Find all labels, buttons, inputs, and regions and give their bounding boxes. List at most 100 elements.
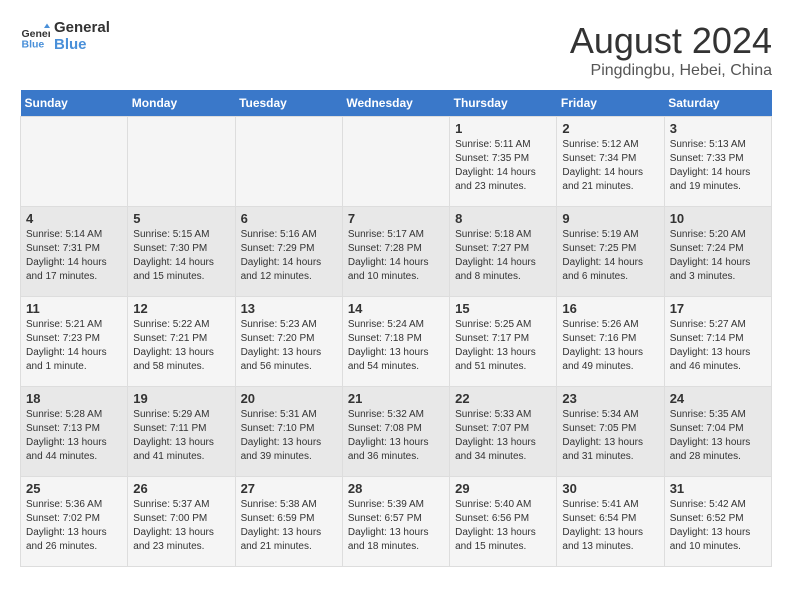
day-cell-12: 12 Sunrise: 5:22 AM Sunset: 7:21 PM Dayli… [128, 297, 235, 387]
day-number: 27 [241, 481, 337, 496]
day-cell-23: 23 Sunrise: 5:34 AM Sunset: 7:05 PM Dayli… [557, 387, 664, 477]
day-detail: Sunrise: 5:25 AM Sunset: 7:17 PM Dayligh… [455, 318, 551, 374]
day-number: 26 [133, 481, 229, 496]
day-number: 6 [241, 211, 337, 226]
day-number: 20 [241, 391, 337, 406]
day-cell-28: 28 Sunrise: 5:39 AM Sunset: 6:57 PM Dayli… [342, 477, 449, 567]
day-number: 28 [348, 481, 444, 496]
weekday-header-saturday: Saturday [664, 90, 771, 117]
day-cell-22: 22 Sunrise: 5:33 AM Sunset: 7:07 PM Dayli… [450, 387, 557, 477]
week-row-1: 1 Sunrise: 5:11 AM Sunset: 7:35 PM Daylig… [21, 117, 772, 207]
day-cell-1: 1 Sunrise: 5:11 AM Sunset: 7:35 PM Daylig… [450, 117, 557, 207]
day-detail: Sunrise: 5:31 AM Sunset: 7:10 PM Dayligh… [241, 408, 337, 464]
logo-text-general: General [54, 20, 110, 37]
day-number: 12 [133, 301, 229, 316]
day-cell-20: 20 Sunrise: 5:31 AM Sunset: 7:10 PM Dayli… [235, 387, 342, 477]
day-detail: Sunrise: 5:11 AM Sunset: 7:35 PM Dayligh… [455, 138, 551, 194]
day-number: 5 [133, 211, 229, 226]
day-detail: Sunrise: 5:32 AM Sunset: 7:08 PM Dayligh… [348, 408, 444, 464]
weekday-header-wednesday: Wednesday [342, 90, 449, 117]
day-number: 10 [670, 211, 766, 226]
day-number: 16 [562, 301, 658, 316]
day-cell-8: 8Sunrise: 5:18 AM Sunset: 7:27 PM Daylig… [450, 207, 557, 297]
day-cell-6: 6 Sunrise: 5:16 AM Sunset: 7:29 PM Daylig… [235, 207, 342, 297]
page-header: General Blue General Blue August 2024 Pi… [20, 20, 772, 80]
day-cell-27: 27 Sunrise: 5:38 AM Sunset: 6:59 PM Dayli… [235, 477, 342, 567]
day-cell-24: 24 Sunrise: 5:35 AM Sunset: 7:04 PM Dayli… [664, 387, 771, 477]
day-number: 8 [455, 211, 551, 226]
day-number: 2 [562, 121, 658, 136]
day-cell-15: 15 Sunrise: 5:25 AM Sunset: 7:17 PM Dayli… [450, 297, 557, 387]
day-cell-17: 17Sunrise: 5:27 AM Sunset: 7:14 PM Dayli… [664, 297, 771, 387]
day-detail: Sunrise: 5:40 AM Sunset: 6:56 PM Dayligh… [455, 498, 551, 554]
day-number: 9 [562, 211, 658, 226]
day-detail: Sunrise: 5:41 AM Sunset: 6:54 PM Dayligh… [562, 498, 658, 554]
day-cell-14: 14 Sunrise: 5:24 AM Sunset: 7:18 PM Dayli… [342, 297, 449, 387]
day-number: 30 [562, 481, 658, 496]
day-cell-10: 10 Sunrise: 5:20 AM Sunset: 7:24 PM Dayli… [664, 207, 771, 297]
day-number: 3 [670, 121, 766, 136]
page-subtitle: Pingdingbu, Hebei, China [570, 62, 772, 80]
weekday-header-friday: Friday [557, 90, 664, 117]
day-cell-26: 26 Sunrise: 5:37 AM Sunset: 7:00 PM Dayli… [128, 477, 235, 567]
day-detail: Sunrise: 5:12 AM Sunset: 7:34 PM Dayligh… [562, 138, 658, 194]
calendar-table: SundayMondayTuesdayWednesdayThursdayFrid… [20, 90, 772, 567]
day-number: 13 [241, 301, 337, 316]
day-number: 24 [670, 391, 766, 406]
day-detail: Sunrise: 5:16 AM Sunset: 7:29 PM Dayligh… [241, 228, 337, 284]
day-cell-2: 2 Sunrise: 5:12 AM Sunset: 7:34 PM Daylig… [557, 117, 664, 207]
day-number: 18 [26, 391, 122, 406]
day-number: 4 [26, 211, 122, 226]
page-title: August 2024 [570, 20, 772, 62]
day-detail: Sunrise: 5:17 AM Sunset: 7:28 PM Dayligh… [348, 228, 444, 284]
weekday-header-row: SundayMondayTuesdayWednesdayThursdayFrid… [21, 90, 772, 117]
title-block: August 2024 Pingdingbu, Hebei, China [570, 20, 772, 80]
day-number: 7 [348, 211, 444, 226]
day-cell-4: 4 Sunrise: 5:14 AM Sunset: 7:31 PM Daylig… [21, 207, 128, 297]
day-number: 19 [133, 391, 229, 406]
day-detail: Sunrise: 5:20 AM Sunset: 7:24 PM Dayligh… [670, 228, 766, 284]
day-number: 31 [670, 481, 766, 496]
day-detail: Sunrise: 5:33 AM Sunset: 7:07 PM Dayligh… [455, 408, 551, 464]
week-row-5: 25Sunrise: 5:36 AM Sunset: 7:02 PM Dayli… [21, 477, 772, 567]
day-cell-29: 29Sunrise: 5:40 AM Sunset: 6:56 PM Dayli… [450, 477, 557, 567]
day-detail: Sunrise: 5:34 AM Sunset: 7:05 PM Dayligh… [562, 408, 658, 464]
day-detail: Sunrise: 5:15 AM Sunset: 7:30 PM Dayligh… [133, 228, 229, 284]
weekday-header-thursday: Thursday [450, 90, 557, 117]
day-cell-21: 21 Sunrise: 5:32 AM Sunset: 7:08 PM Dayli… [342, 387, 449, 477]
day-number: 14 [348, 301, 444, 316]
day-cell-7: 7 Sunrise: 5:17 AM Sunset: 7:28 PM Daylig… [342, 207, 449, 297]
day-number: 22 [455, 391, 551, 406]
day-detail: Sunrise: 5:36 AM Sunset: 7:02 PM Dayligh… [26, 498, 122, 554]
day-number: 17 [670, 301, 766, 316]
empty-cell [235, 117, 342, 207]
day-detail: Sunrise: 5:21 AM Sunset: 7:23 PM Dayligh… [26, 318, 122, 374]
day-detail: Sunrise: 5:14 AM Sunset: 7:31 PM Dayligh… [26, 228, 122, 284]
logo: General Blue General Blue [20, 20, 110, 53]
weekday-header-tuesday: Tuesday [235, 90, 342, 117]
day-number: 23 [562, 391, 658, 406]
day-number: 1 [455, 121, 551, 136]
day-number: 21 [348, 391, 444, 406]
empty-cell [21, 117, 128, 207]
week-row-4: 18Sunrise: 5:28 AM Sunset: 7:13 PM Dayli… [21, 387, 772, 477]
day-detail: Sunrise: 5:19 AM Sunset: 7:25 PM Dayligh… [562, 228, 658, 284]
day-detail: Sunrise: 5:35 AM Sunset: 7:04 PM Dayligh… [670, 408, 766, 464]
weekday-header-sunday: Sunday [21, 90, 128, 117]
day-cell-13: 13 Sunrise: 5:23 AM Sunset: 7:20 PM Dayli… [235, 297, 342, 387]
day-number: 15 [455, 301, 551, 316]
day-detail: Sunrise: 5:23 AM Sunset: 7:20 PM Dayligh… [241, 318, 337, 374]
day-cell-16: 16 Sunrise: 5:26 AM Sunset: 7:16 PM Dayli… [557, 297, 664, 387]
day-cell-25: 25Sunrise: 5:36 AM Sunset: 7:02 PM Dayli… [21, 477, 128, 567]
day-detail: Sunrise: 5:24 AM Sunset: 7:18 PM Dayligh… [348, 318, 444, 374]
day-detail: Sunrise: 5:22 AM Sunset: 7:21 PM Dayligh… [133, 318, 229, 374]
logo-icon: General Blue [20, 22, 50, 52]
svg-text:Blue: Blue [22, 38, 45, 50]
day-detail: Sunrise: 5:37 AM Sunset: 7:00 PM Dayligh… [133, 498, 229, 554]
weekday-header-monday: Monday [128, 90, 235, 117]
day-detail: Sunrise: 5:39 AM Sunset: 6:57 PM Dayligh… [348, 498, 444, 554]
day-cell-3: 3Sunrise: 5:13 AM Sunset: 7:33 PM Daylig… [664, 117, 771, 207]
day-detail: Sunrise: 5:26 AM Sunset: 7:16 PM Dayligh… [562, 318, 658, 374]
day-number: 11 [26, 301, 122, 316]
day-detail: Sunrise: 5:38 AM Sunset: 6:59 PM Dayligh… [241, 498, 337, 554]
